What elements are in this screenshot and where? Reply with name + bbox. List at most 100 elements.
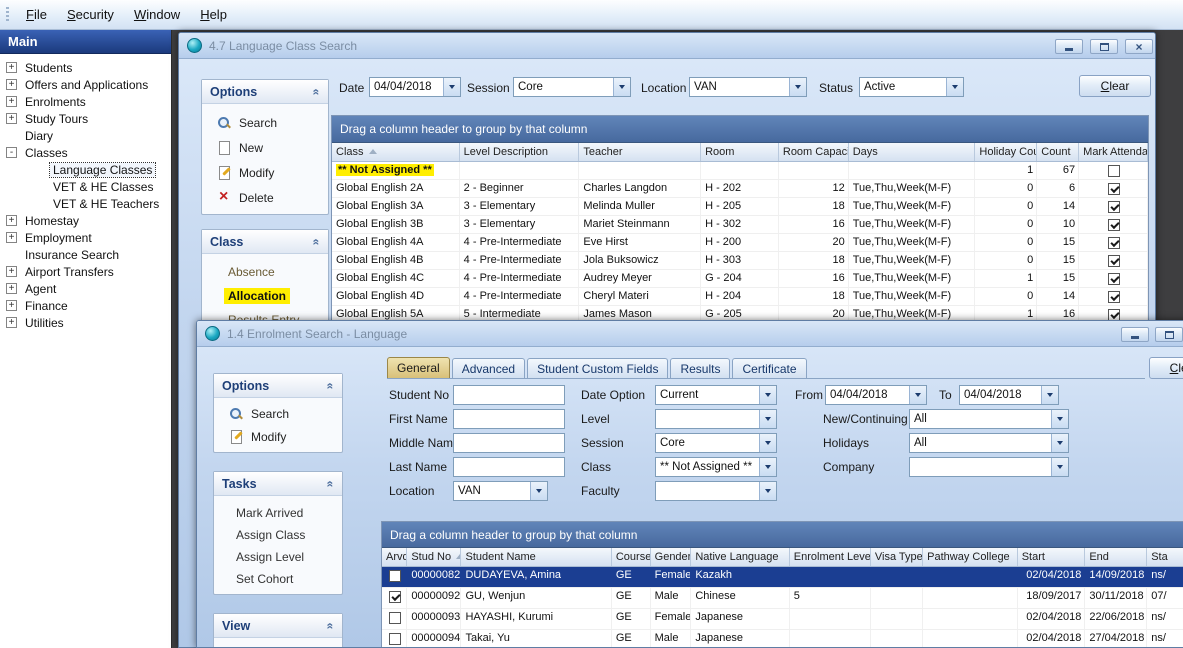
menu-file[interactable]: File (16, 2, 57, 27)
checkbox[interactable] (389, 591, 401, 603)
task-assign-class[interactable]: Assign Class (214, 524, 342, 546)
tab-student-custom-fields[interactable]: Student Custom Fields (527, 358, 668, 378)
chevron-down-icon[interactable] (443, 78, 460, 96)
table-row[interactable]: 0000008213DUDAYEVA, AminaGEFemaleKazakh0… (382, 567, 1183, 588)
collapse-chevron-icon[interactable]: « (324, 480, 338, 487)
sidebar-item-homestay[interactable]: +Homestay (0, 212, 171, 229)
table-row[interactable]: Global English 4D4 - Pre-IntermediateChe… (332, 288, 1148, 306)
checkbox[interactable] (1108, 291, 1120, 303)
checkbox[interactable] (1108, 219, 1120, 231)
from-date-combo[interactable]: 04/04/2018 (825, 385, 927, 405)
table-row[interactable]: 0000009359HAYASHI, KurumiGEFemaleJapanes… (382, 609, 1183, 630)
column-header[interactable]: Stud No (407, 548, 461, 566)
sidebar-item-employment[interactable]: +Employment (0, 229, 171, 246)
date-option-combo[interactable]: Current (655, 385, 777, 405)
date-filter[interactable]: 04/04/2018 (369, 77, 461, 97)
column-header[interactable]: Days (849, 143, 976, 161)
tab-results[interactable]: Results (670, 358, 730, 378)
chevron-down-icon[interactable] (1041, 386, 1058, 404)
chevron-down-icon[interactable] (789, 78, 806, 96)
checkbox[interactable] (389, 612, 401, 624)
column-header[interactable]: Level Description (460, 143, 580, 161)
location-filter[interactable]: VAN (689, 77, 807, 97)
column-header[interactable]: Gender (651, 548, 692, 566)
options-modify[interactable]: Modify (214, 425, 342, 448)
table-row[interactable]: Global English 4B4 - Pre-IntermediateJol… (332, 252, 1148, 270)
group-by-bar[interactable]: Drag a column header to group by that co… (382, 522, 1183, 548)
checkbox[interactable] (1108, 273, 1120, 285)
checkbox[interactable] (389, 570, 401, 582)
middle-name-input[interactable] (453, 433, 565, 453)
table-row[interactable]: 0000009262GU, WenjunGEMaleChinese518/09/… (382, 588, 1183, 609)
checkbox[interactable] (1108, 255, 1120, 267)
chevron-down-icon[interactable] (1051, 410, 1068, 428)
menu-help[interactable]: Help (190, 2, 237, 27)
chevron-down-icon[interactable] (1051, 434, 1068, 452)
checkbox[interactable] (1108, 237, 1120, 249)
company-combo[interactable] (909, 457, 1069, 477)
column-header[interactable]: Class (332, 143, 460, 161)
to-date-combo[interactable]: 04/04/2018 (959, 385, 1059, 405)
sidebar-item-students[interactable]: +Students (0, 59, 171, 76)
table-row[interactable]: Global English 4A4 - Pre-IntermediateEve… (332, 234, 1148, 252)
minimize-button[interactable] (1121, 327, 1149, 342)
table-row[interactable]: Global English 2A2 - BeginnerCharles Lan… (332, 180, 1148, 198)
chevron-down-icon[interactable] (759, 410, 776, 428)
chevron-down-icon[interactable] (530, 482, 547, 500)
column-header[interactable]: Start (1018, 548, 1086, 566)
group-by-bar[interactable]: Drag a column header to group by that co… (332, 116, 1148, 143)
column-header[interactable]: Course (612, 548, 651, 566)
checkbox[interactable] (389, 633, 401, 645)
chevron-down-icon[interactable] (909, 386, 926, 404)
close-button[interactable] (1125, 39, 1153, 54)
session-combo[interactable]: Core (655, 433, 777, 453)
chevron-down-icon[interactable] (759, 386, 776, 404)
status-filter[interactable]: Active (859, 77, 964, 97)
menu-security[interactable]: Security (57, 2, 124, 27)
maximize-button[interactable] (1090, 39, 1118, 54)
column-header[interactable]: Room (701, 143, 779, 161)
sidebar-item-agent[interactable]: +Agent (0, 280, 171, 297)
view-panel-header[interactable]: View « (214, 614, 342, 638)
sidebar-item-classes[interactable]: -Classes (0, 144, 171, 161)
chevron-down-icon[interactable] (759, 434, 776, 452)
tree-expander-icon[interactable]: + (6, 300, 17, 311)
table-row[interactable]: 0000009435Takai, YuGEMaleJapanese02/04/2… (382, 630, 1183, 648)
tab-certificate[interactable]: Certificate (732, 358, 806, 378)
collapse-chevron-icon[interactable]: « (324, 382, 338, 389)
collapse-chevron-icon[interactable]: « (310, 238, 324, 245)
tree-expander-icon[interactable]: + (6, 215, 17, 226)
chevron-down-icon[interactable] (946, 78, 963, 96)
checkbox[interactable] (1108, 201, 1120, 213)
class-absence-link[interactable]: Absence (202, 260, 328, 284)
sidebar-item-insurance-search[interactable]: Insurance Search (0, 246, 171, 263)
clear-button[interactable]: Clear (1079, 75, 1151, 97)
table-row[interactable]: Global English 3A3 - ElementaryMelinda M… (332, 198, 1148, 216)
holidays-combo[interactable]: All (909, 433, 1069, 453)
collapse-chevron-icon[interactable]: « (310, 88, 324, 95)
column-header[interactable]: Mark Attendar (1079, 143, 1148, 161)
tree-expander-icon[interactable]: - (6, 147, 17, 158)
window1-titlebar[interactable]: 4.7 Language Class Search (179, 33, 1155, 59)
class-allocation-link[interactable]: Allocation (202, 284, 328, 308)
column-header[interactable]: End (1085, 548, 1147, 566)
sidebar-item-finance[interactable]: +Finance (0, 297, 171, 314)
tree-expander-icon[interactable]: + (6, 62, 17, 73)
options-delete[interactable]: Delete (202, 185, 328, 210)
column-header[interactable]: Enrolment Level (790, 548, 871, 566)
options-new[interactable]: New (202, 135, 328, 160)
tree-expander-icon[interactable]: + (6, 113, 17, 124)
class-panel-header[interactable]: Class « (202, 230, 328, 254)
minimize-button[interactable] (1055, 39, 1083, 54)
column-header[interactable]: Count (1037, 143, 1079, 161)
column-header[interactable]: Native Language (691, 548, 789, 566)
level-combo[interactable] (655, 409, 777, 429)
task-mark-arrived[interactable]: Mark Arrived (214, 502, 342, 524)
sidebar-item-utilities[interactable]: +Utilities (0, 314, 171, 331)
sidebar-item-vet-he-teachers[interactable]: VET & HE Teachers (0, 195, 171, 212)
tab-general[interactable]: General (387, 357, 450, 378)
faculty-combo[interactable] (655, 481, 777, 501)
checkbox[interactable] (1108, 165, 1120, 177)
tasks-panel-header[interactable]: Tasks « (214, 472, 342, 496)
location-combo[interactable]: VAN (453, 481, 548, 501)
